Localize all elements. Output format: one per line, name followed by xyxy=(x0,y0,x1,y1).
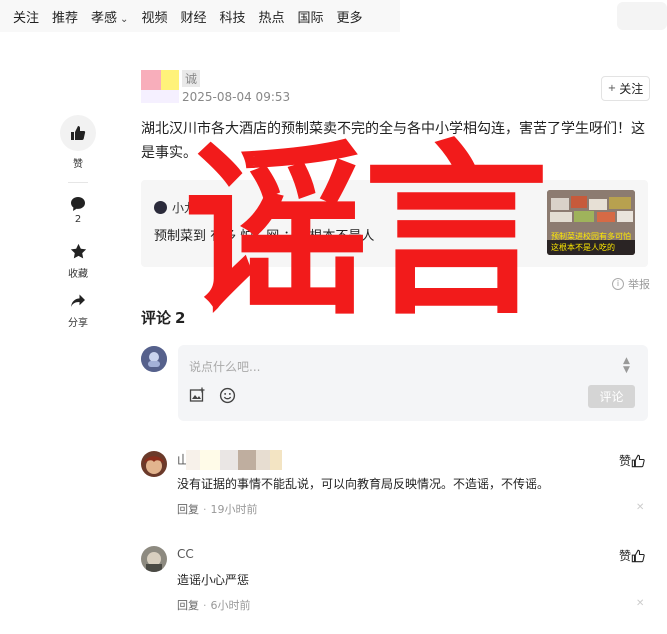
plus-icon: + xyxy=(607,83,617,94)
nav-tab-international[interactable]: 国际 xyxy=(298,7,324,26)
like-button[interactable] xyxy=(60,115,96,151)
like-label: 赞 xyxy=(73,159,83,170)
share-label: 分享 xyxy=(68,318,88,329)
quote-author-avatar xyxy=(154,201,167,214)
nav-tab-tech[interactable]: 科技 xyxy=(219,7,245,26)
nav-tab-video[interactable]: 视频 xyxy=(141,7,167,26)
star-icon[interactable] xyxy=(68,241,88,261)
author-name[interactable]: 诚 xyxy=(182,70,201,87)
nav-tab-hot[interactable]: 热点 xyxy=(258,7,284,26)
nav-tab-local[interactable]: 孝感 ⌄ xyxy=(91,7,128,26)
quote-thumbnail: 预制菜进校园有多可怕 这根本不是人吃的 xyxy=(547,190,635,255)
share-icon[interactable] xyxy=(68,291,88,311)
nav-tab-recommend[interactable]: 推荐 xyxy=(52,7,78,26)
rail-divider xyxy=(68,182,88,183)
nav-tab-more[interactable]: 更多 xyxy=(337,7,363,26)
comment-like-label: 赞 xyxy=(619,549,632,563)
favorite-label: 收藏 xyxy=(68,269,88,280)
report-button[interactable]: i 举报 xyxy=(612,276,650,292)
commenter-avatar[interactable] xyxy=(141,451,167,477)
follow-button[interactable]: + 关注 xyxy=(601,76,650,101)
author-avatar[interactable] xyxy=(141,70,181,103)
top-right-panel[interactable] xyxy=(617,2,667,30)
comment-meta: 回复 · 19小时前 xyxy=(177,503,258,516)
nav-tab-local-label: 孝感 xyxy=(91,10,118,26)
nav-tab-finance[interactable]: 财经 xyxy=(180,7,206,26)
comment-input[interactable]: 说点什么吧... xyxy=(189,358,260,375)
close-icon[interactable]: ✕ xyxy=(636,598,644,609)
comment-icon[interactable] xyxy=(68,194,88,214)
post-time: 2025-08-04 09:53 xyxy=(182,90,291,104)
image-icon[interactable] xyxy=(189,387,207,405)
comments-title: 评论 xyxy=(141,309,172,327)
rumor-stamp-overlay: 谣言 xyxy=(183,123,549,340)
info-icon: i xyxy=(612,278,624,290)
reply-button[interactable]: 回复 xyxy=(177,503,199,516)
follow-label: 关注 xyxy=(619,82,644,96)
thumbnail-caption-2: 这根本不是人吃的 xyxy=(551,243,615,252)
thumbs-up-icon xyxy=(631,454,645,467)
comment-text: 造谣小心严惩 xyxy=(177,573,250,587)
comment-like-button[interactable]: 赞 xyxy=(619,452,645,469)
current-user-avatar xyxy=(141,346,167,372)
thumbnail-caption-1: 预制菜进校园有多可怕 xyxy=(551,232,631,241)
chevron-down-icon: ⌄ xyxy=(120,13,129,25)
commenter-name[interactable]: CC xyxy=(177,547,194,561)
close-icon[interactable]: ✕ xyxy=(636,502,644,513)
comment-text: 没有证据的事情不能乱说，可以向教育局反映情况。不造谣，不传谣。 xyxy=(177,477,550,491)
name-mosaic xyxy=(186,450,282,470)
comment-like-button[interactable]: 赞 xyxy=(619,547,645,564)
comment-like-label: 赞 xyxy=(619,454,632,468)
comment-meta: 回复 · 6小时前 xyxy=(177,599,251,612)
comment-count: 2 xyxy=(74,214,82,225)
resize-stepper-icon[interactable]: ▲ ▼ xyxy=(623,357,630,375)
comments-header: 评论 2 xyxy=(141,307,185,328)
top-nav: 关注 推荐 孝感 ⌄ 视频 财经 科技 热点 国际 更多 xyxy=(0,0,400,32)
thumbs-up-icon xyxy=(631,549,645,562)
commenter-avatar[interactable] xyxy=(141,546,167,572)
emoji-icon[interactable] xyxy=(219,387,237,405)
comment-time: 19小时前 xyxy=(210,503,258,516)
report-label: 举报 xyxy=(628,278,650,291)
comment-time: 6小时前 xyxy=(210,599,251,612)
submit-comment-button[interactable]: 评论 xyxy=(588,385,635,408)
nav-tab-follow[interactable]: 关注 xyxy=(13,7,39,26)
comment-input-box[interactable]: 说点什么吧... ▲ ▼ 评论 xyxy=(178,345,648,421)
thumbs-up-icon xyxy=(71,126,86,140)
reply-button[interactable]: 回复 xyxy=(177,599,199,612)
